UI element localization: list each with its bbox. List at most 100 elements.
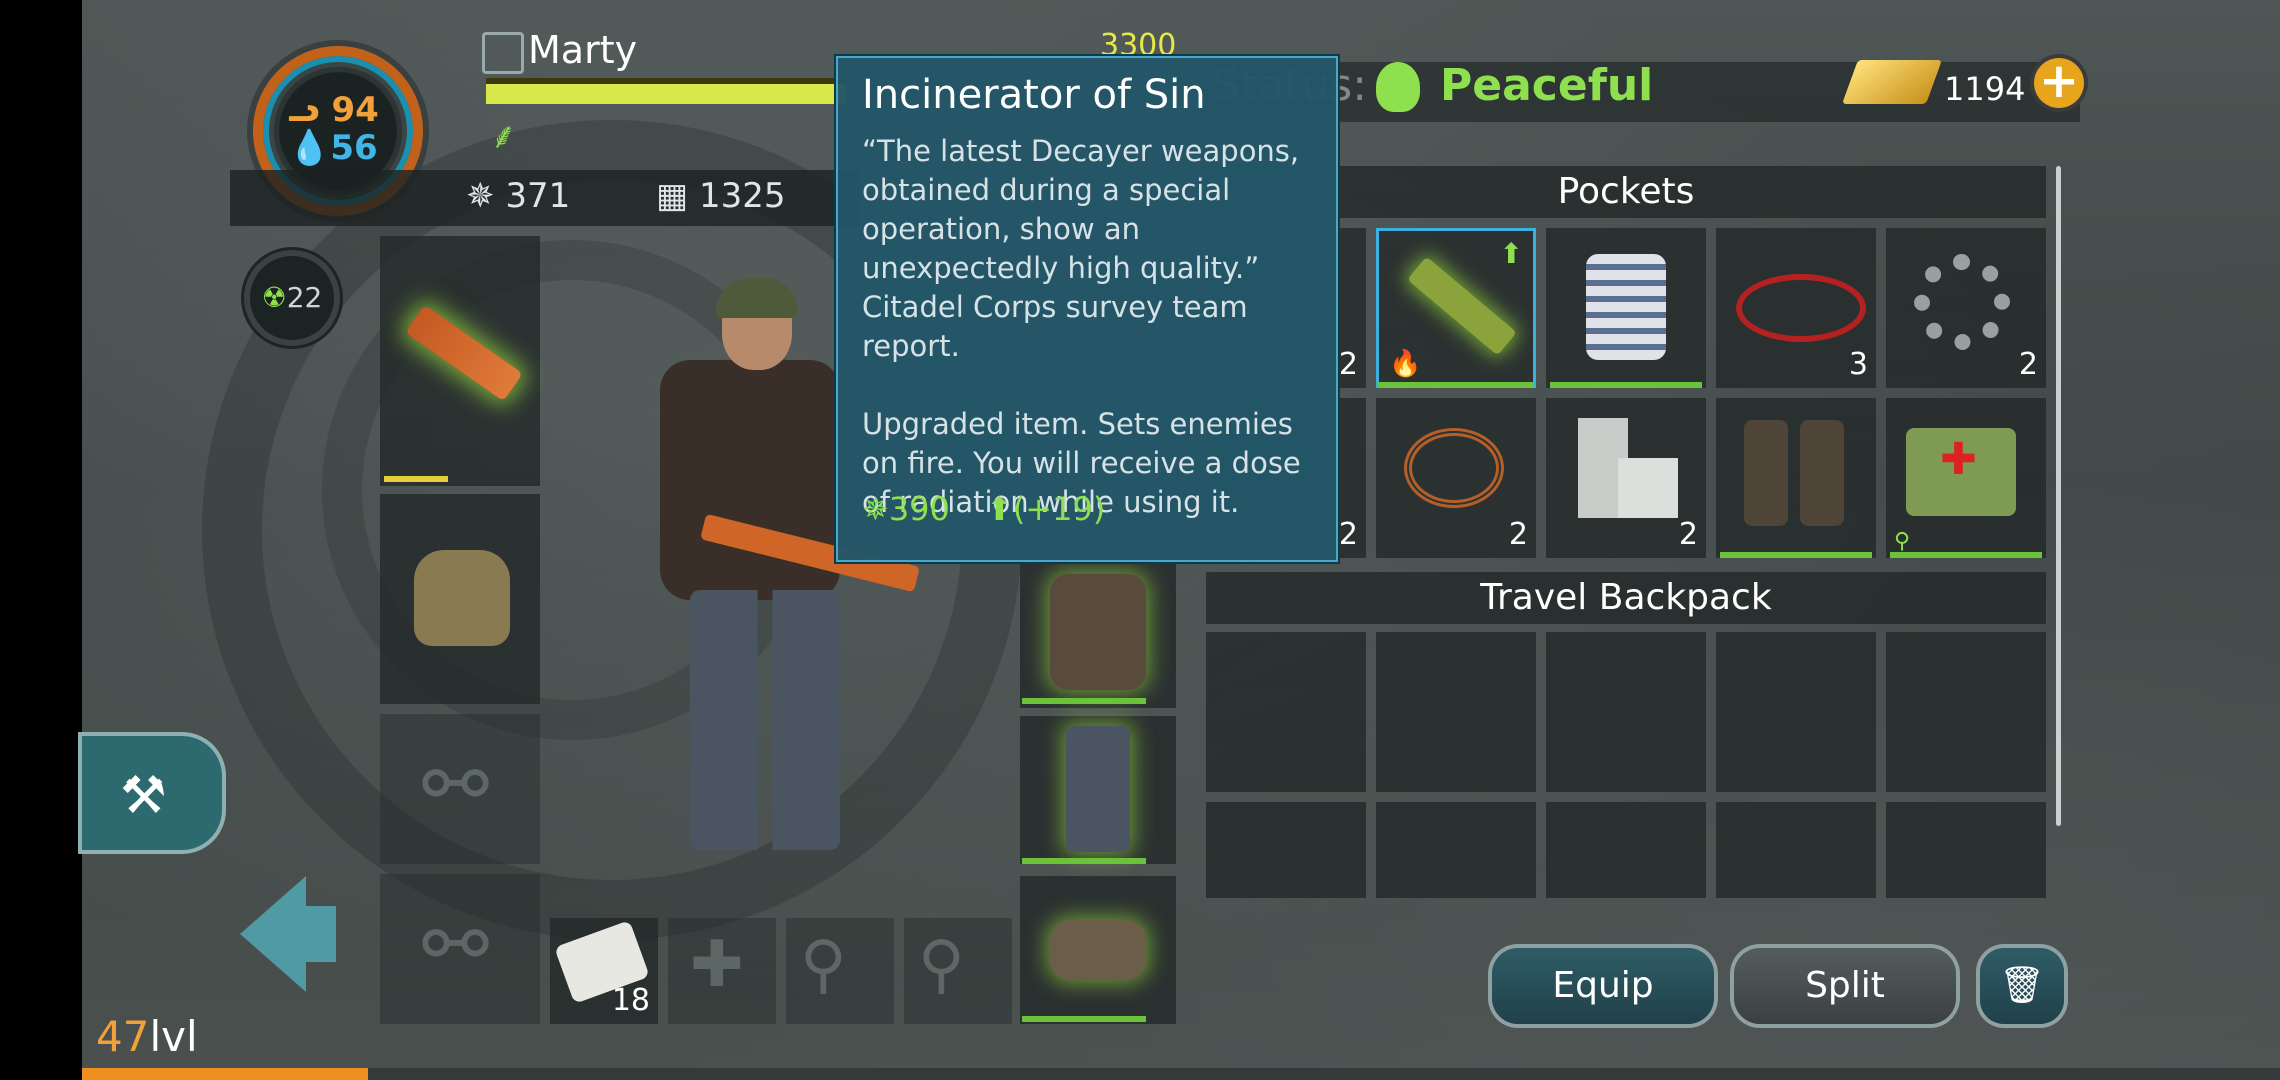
backpack-cell[interactable] <box>1376 802 1536 898</box>
water-value: 56 <box>330 128 378 168</box>
delete-button[interactable]: 🗑 <box>1980 948 2064 1024</box>
edit-name-icon[interactable] <box>482 32 524 74</box>
pocket-cell-incinerator[interactable]: ⬆ 🔥 <box>1376 228 1536 388</box>
gas-mask-icon <box>1376 62 1420 112</box>
medkit-durability <box>1890 552 2042 558</box>
radiation-value: 22 <box>286 281 323 314</box>
hidden-cell-qty-1: 2 <box>1338 347 1358 382</box>
tooltip-damage-delta: ⬆(+19) <box>986 490 1105 528</box>
backpack-cell[interactable] <box>1206 802 1366 898</box>
gold-amount: 1194 <box>1944 70 2026 108</box>
gear-qty: 2 <box>2018 347 2038 382</box>
binoculars-placeholder-icon: ⚯ <box>422 898 490 991</box>
concrete-block-icon-2 <box>1618 458 1678 518</box>
tooltip-title: Incinerator of Sin <box>862 72 1206 118</box>
backpack-cell[interactable] <box>1886 632 2046 792</box>
shoes-slot[interactable] <box>1020 876 1176 1024</box>
damage-delta-value: (+19) <box>1012 490 1106 528</box>
pocket-cell-gear[interactable]: 2 <box>1886 228 2046 388</box>
radiation-icon: ☢ <box>261 281 287 314</box>
pants-slot[interactable] <box>1020 716 1176 864</box>
copper-wire-qty: 2 <box>1508 517 1528 552</box>
trash-icon: 🗑 <box>1999 965 2045 1006</box>
character-legs <box>690 590 840 850</box>
weapon-durability <box>384 476 448 482</box>
level-number: 47 <box>96 1012 150 1061</box>
jacket-durability <box>1022 698 1146 704</box>
split-button[interactable]: Split <box>1734 948 1956 1024</box>
binoculars-slot[interactable]: ⚯ <box>380 714 540 864</box>
pants-durability <box>1022 858 1146 864</box>
attack-value: 371 <box>505 176 571 216</box>
bicycle-icon-2: ⚲ <box>918 928 965 1002</box>
food-stat: ᓗ 94 <box>288 90 379 130</box>
attack-stat: ✵ 371 <box>466 176 570 216</box>
buy-gold-button[interactable]: + <box>2034 57 2084 108</box>
backpack-cell[interactable] <box>1376 632 1536 792</box>
shoes-durability <box>1022 1016 1146 1022</box>
backpack-cell[interactable] <box>1716 802 1876 898</box>
accessory-slot[interactable]: ⚯ <box>380 874 540 1024</box>
crafting-button[interactable]: ⚒ <box>82 736 222 850</box>
medkit-placeholder-icon: ✚ <box>690 928 744 1002</box>
incinerator-durability <box>1378 382 1534 388</box>
concrete-qty: 2 <box>1678 517 1698 552</box>
armor-value: 1325 <box>698 176 786 216</box>
xp-bar <box>486 78 846 104</box>
gear-icon <box>1914 254 2010 350</box>
backpack-slot[interactable] <box>380 494 540 704</box>
quick-slot-medkit[interactable]: ✚ <box>668 918 776 1024</box>
vehicle-slot-1[interactable]: ⚲ <box>786 918 894 1024</box>
striped-shirt-icon <box>1586 254 1666 360</box>
tooltip-damage: ✵390 <box>862 490 950 528</box>
status-value: Peaceful <box>1440 60 1654 111</box>
gold-bar-icon <box>1841 60 1943 104</box>
boot-right-icon <box>1800 420 1844 526</box>
upgrade-arrow-icon: ⬆ <box>1499 237 1523 270</box>
attack-icon: ✵ <box>466 176 495 216</box>
back-arrow-icon[interactable] <box>240 876 306 992</box>
binoculars-icon: ⚯ <box>422 738 490 831</box>
jacket-icon <box>1050 574 1146 690</box>
player-name: Marty <box>528 28 638 72</box>
pocket-cell-copper-wire[interactable]: 2 <box>1376 398 1536 558</box>
shotgun-icon <box>405 304 523 402</box>
backpack-cell[interactable] <box>1546 802 1706 898</box>
shoes-icon <box>1050 920 1146 980</box>
back-arrow-tail[interactable] <box>304 906 336 962</box>
pocket-cell-medkit[interactable]: ✚ ⚲ <box>1886 398 2046 558</box>
wires-qty: 3 <box>1848 347 1868 382</box>
damage-icon: ✵ <box>862 490 889 528</box>
backpack-cell[interactable] <box>1716 632 1876 792</box>
pocket-cell-concrete[interactable]: 2 <box>1546 398 1706 558</box>
pocket-cell-shirt[interactable] <box>1546 228 1706 388</box>
anvil-icon: ⚒ <box>120 766 167 826</box>
backpack-cell[interactable] <box>1546 632 1706 792</box>
body-armor-slot[interactable] <box>1020 560 1176 708</box>
claw-icon: ⸙ <box>490 116 518 157</box>
backpack-icon <box>414 550 510 646</box>
red-cross-icon: ✚ <box>1940 434 1977 485</box>
copper-wire-icon <box>1404 428 1504 508</box>
tooltip-lore: “The latest Decayer weapons, obtained du… <box>862 134 1300 363</box>
incinerator-icon <box>1407 256 1517 356</box>
pants-icon <box>1066 726 1130 852</box>
backpack-cell[interactable] <box>1886 802 2046 898</box>
item-tooltip: Incinerator of Sin “The latest Decayer w… <box>836 56 1338 562</box>
pocket-cell-boots[interactable] <box>1716 398 1876 558</box>
backpack-cell[interactable] <box>1206 632 1366 792</box>
bike-icon: ⚲ <box>1894 529 1911 554</box>
wires-icon <box>1736 274 1866 342</box>
armor-stat: ▦ 1325 <box>656 176 785 216</box>
hidden-cell-qty-2: 2 <box>1338 517 1358 552</box>
food-value: 94 <box>331 90 379 130</box>
inventory-scrollbar[interactable] <box>2056 166 2061 826</box>
backpack-title: Travel Backpack <box>1206 572 2046 624</box>
weapon-slot[interactable] <box>380 236 540 486</box>
equip-button[interactable]: Equip <box>1492 948 1714 1024</box>
radiation-badge[interactable]: ☢22 <box>244 250 340 346</box>
pocket-cell-wires[interactable]: 3 <box>1716 228 1876 388</box>
shirt-durability <box>1550 382 1702 388</box>
vehicle-slot-2[interactable]: ⚲ <box>904 918 1012 1024</box>
boot-left-icon <box>1744 420 1788 526</box>
